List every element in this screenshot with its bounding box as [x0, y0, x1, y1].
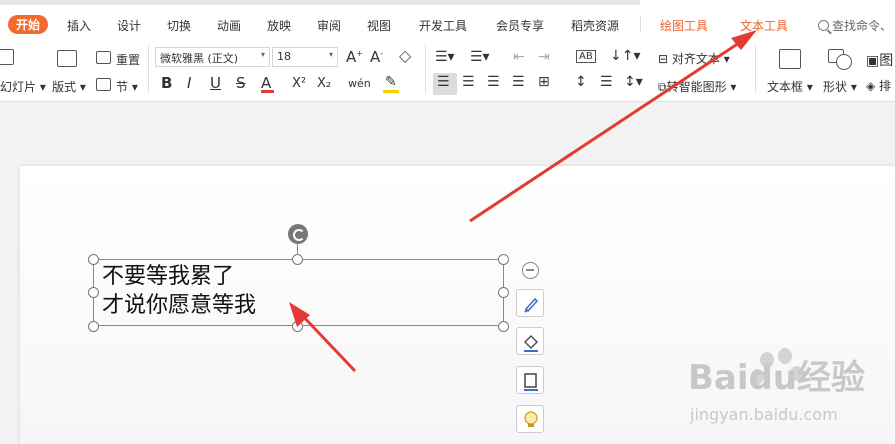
arrow-to-textbox [296, 309, 357, 373]
watermark-url: jingyan.baidu.com [690, 405, 838, 424]
watermark-brand: Baidu经验 [688, 358, 866, 398]
arrow-to-text-tools [469, 35, 749, 223]
arrow-head-icon [289, 302, 310, 327]
